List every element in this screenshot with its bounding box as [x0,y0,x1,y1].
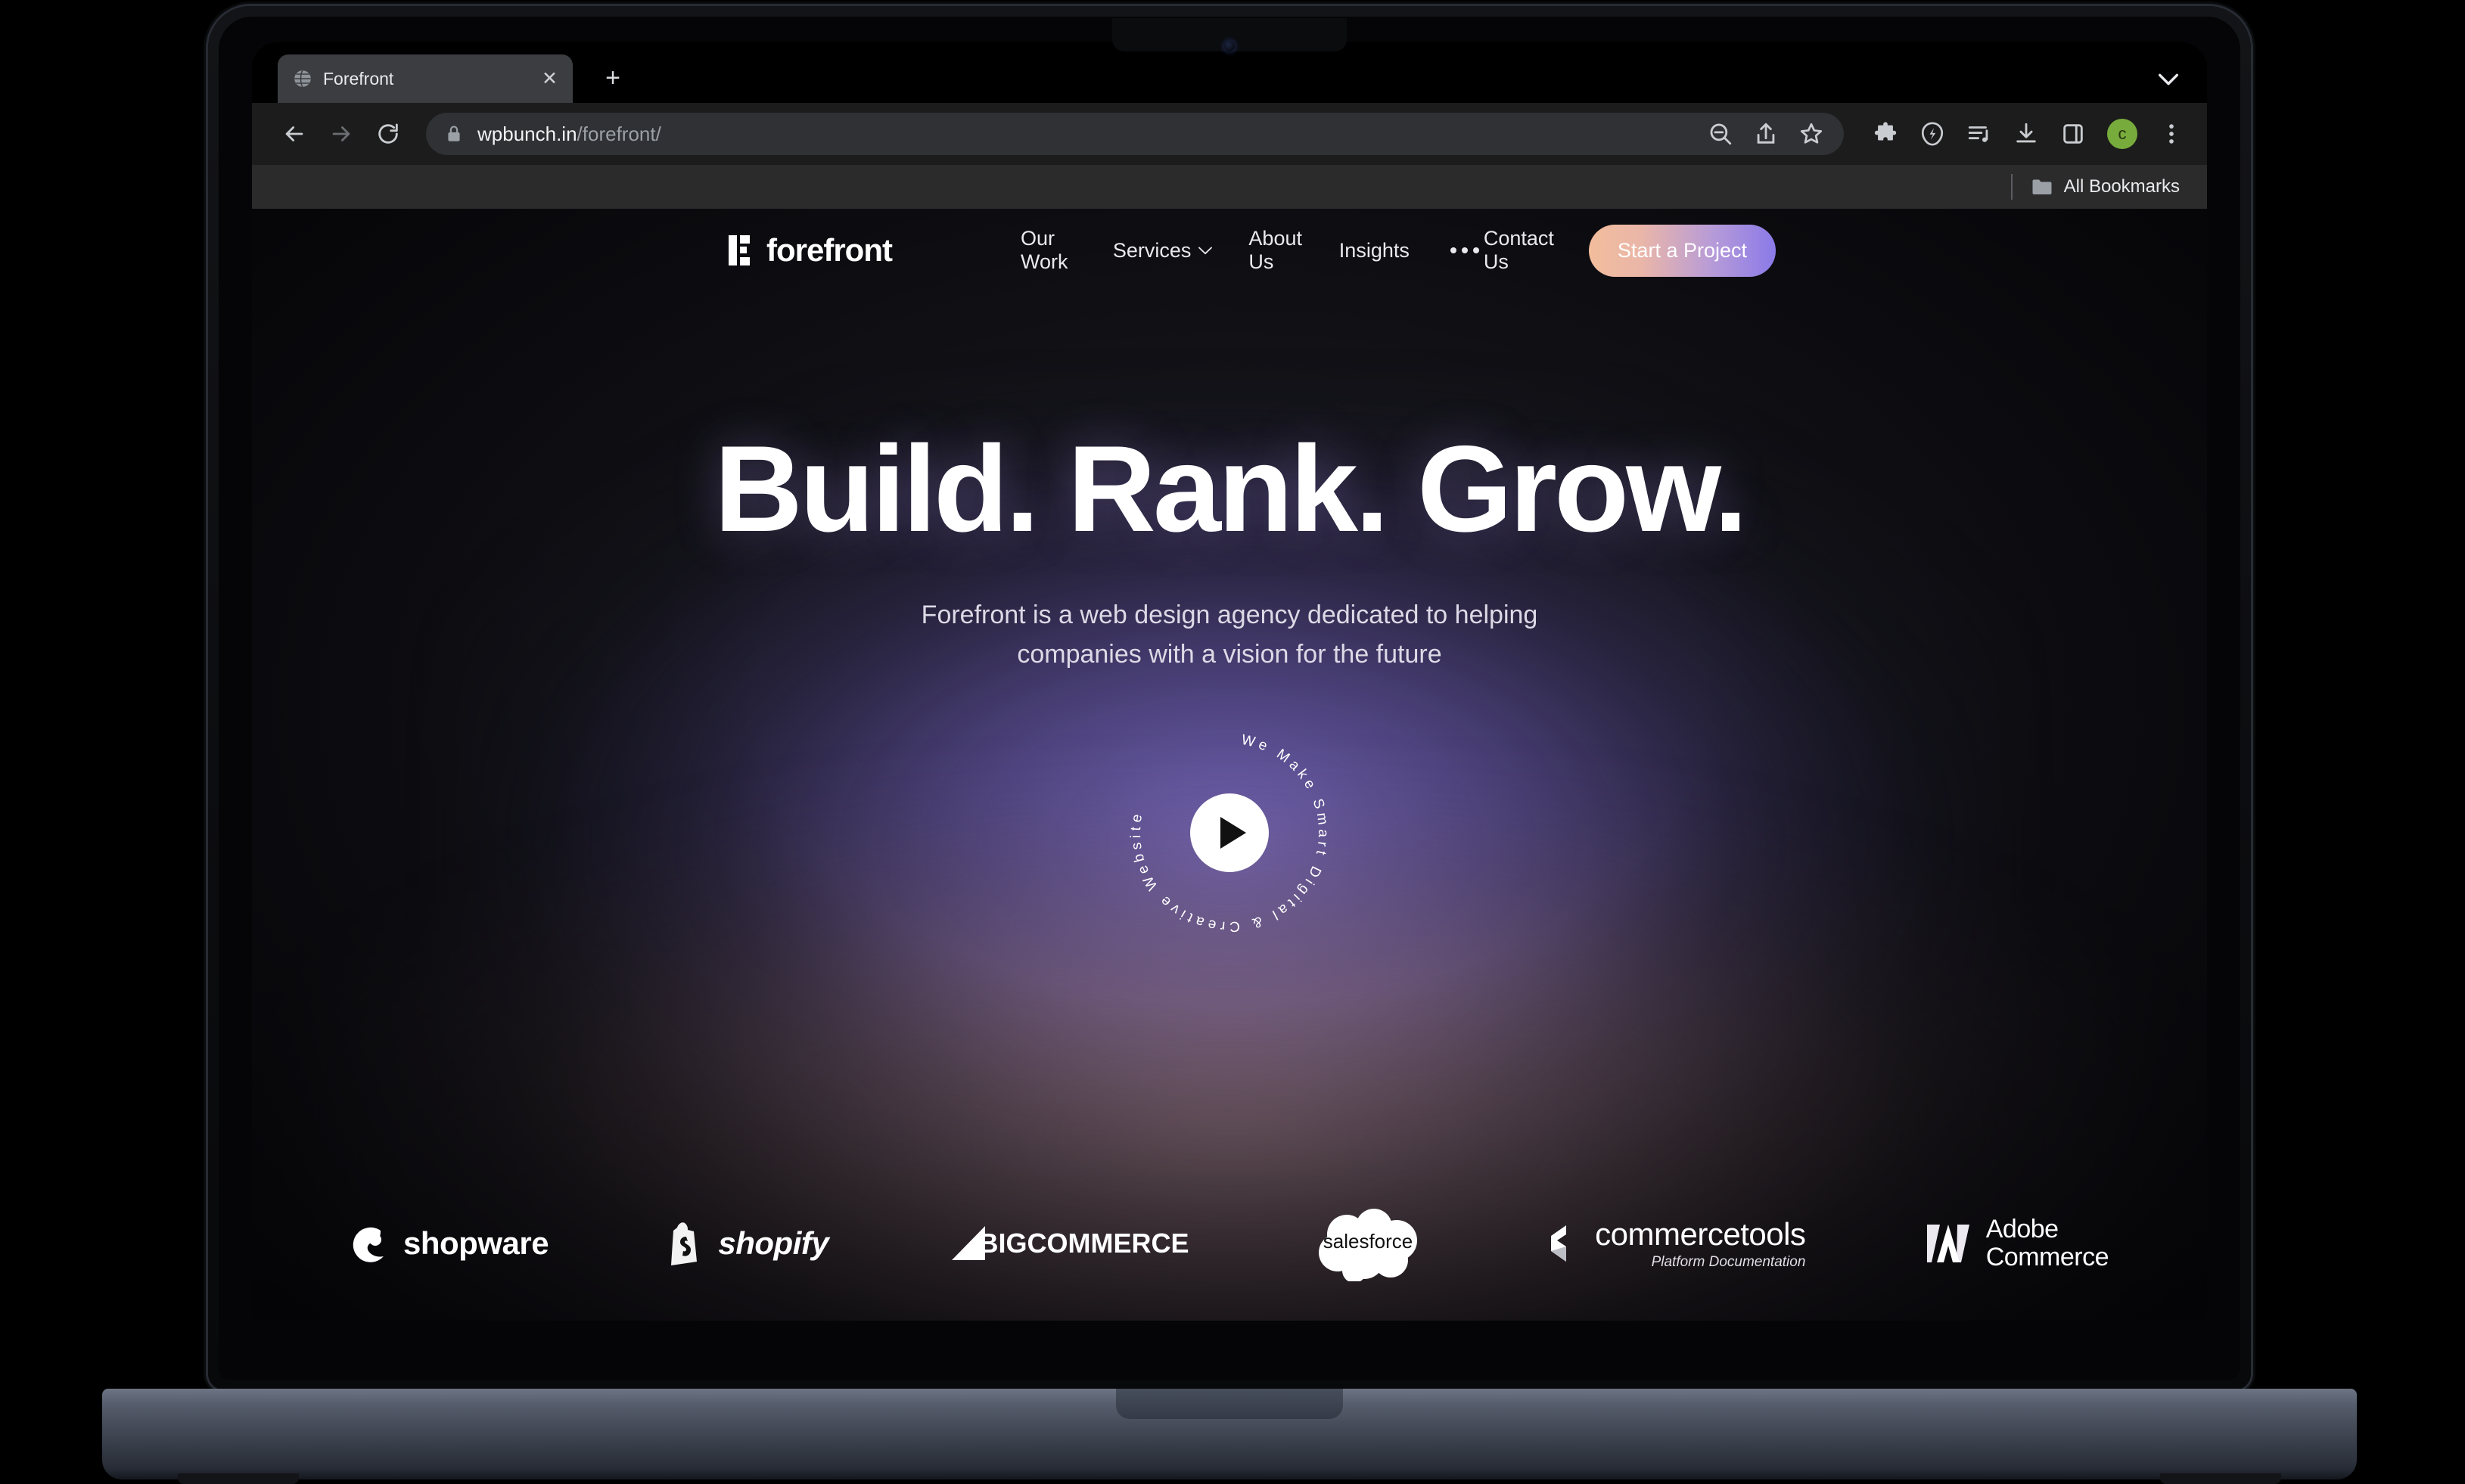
download-icon[interactable] [2013,121,2039,147]
brand-name: shopware [403,1225,549,1261]
start-a-project-button[interactable]: Start a Project [1588,224,1776,277]
laptop-mockup: Forefront ✕ + wpbunch.in/forefront/ c Al… [102,6,2357,1484]
brand-name: Adobe Commerce [1985,1215,2109,1271]
adobe-a-icon [1926,1225,1969,1262]
shopify-bag-icon [671,1222,698,1265]
browser-tab-strip: Forefront ✕ + [252,42,2207,103]
site-nav: Our Work Services About Us Insights [1021,227,1484,274]
browser-tab[interactable]: Forefront ✕ [278,54,573,103]
forward-button[interactable] [322,114,361,154]
site-header-actions: Contact Us Start a Project [1484,224,1776,277]
kebab-menu-icon[interactable] [2159,121,2184,147]
ellipsis-icon[interactable] [1446,247,1484,253]
nav-item-about-us[interactable]: About Us [1248,227,1302,274]
url-domain: wpbunch.in [477,122,577,145]
puzzle-extensions-icon[interactable] [1873,121,1898,147]
svg-text:salesforce: salesforce [1323,1230,1413,1253]
media-playlist-icon[interactable] [1966,121,1992,147]
play-button[interactable] [1190,793,1269,873]
nav-item-services[interactable]: Services [1113,239,1213,262]
folder-icon [2032,179,2052,194]
salesforce-cloud-icon: salesforce [1318,1209,1417,1281]
site-header: forefront Our Work Services About Us Ins… [252,209,2207,292]
hero-subtitle: Forefront is a web design agency dedicat… [252,596,2207,674]
chevron-down-icon [1198,247,1213,254]
page-title: Build. Rank. Grow. [713,421,1748,557]
reload-button[interactable] [368,114,408,154]
nav-label: Insights [1338,238,1410,262]
nav-item-insights[interactable]: Insights [1339,239,1410,262]
commercetools-icon [1551,1225,1567,1262]
brand-commercetools[interactable]: commercetools Platform Documentation [1546,1216,1806,1271]
nav-label: About Us [1248,227,1302,273]
bookmarks-bar: All Bookmarks [252,165,2207,209]
brand-shopware[interactable]: shopware [350,1224,549,1263]
address-bar[interactable]: wpbunch.in/forefront/ [426,113,1844,155]
nav-label: Services [1112,238,1192,262]
bookmarks-divider [2010,174,2013,200]
chevron-down-icon[interactable] [2156,70,2181,89]
energy-saver-leaf-icon[interactable] [1919,121,1945,147]
browser-toolbar: wpbunch.in/forefront/ c [252,103,2207,165]
hero-section: Build. Rank. Grow. Forefront is a web de… [252,292,2207,674]
site-logo[interactable]: forefront [729,232,893,269]
back-button[interactable] [275,114,314,154]
brand-subtitle: Platform Documentation [1651,1254,1806,1270]
hero-subtitle-line2: companies with a vision for the future [1017,639,1442,669]
new-tab-button[interactable]: + [600,65,626,92]
nav-label: Our Work [1020,227,1068,273]
address-bar-url: wpbunch.in/forefront/ [477,123,661,146]
forefront-blocks-icon [729,235,750,265]
video-play-badge[interactable]: We Make Smart Digital & Creative Website [1116,719,1343,946]
brand-shopify[interactable]: shopify [667,1222,829,1265]
globe-icon [294,70,311,88]
browser-window: Forefront ✕ + wpbunch.in/forefront/ c Al… [252,42,2207,1321]
omnibox-actions [1708,121,1824,147]
brand-name: commercetools [1595,1216,1806,1252]
brand-salesforce[interactable]: salesforce [1307,1206,1428,1281]
all-bookmarks-button[interactable]: All Bookmarks [2031,176,2180,197]
nav-item-our-work[interactable]: Our Work [1021,227,1077,274]
laptop-foot-left [178,1473,299,1484]
brand-logo-strip: shopware shopify BIGCOMMERCE salesforce … [252,1206,2207,1281]
brand-name: BIGCOMMERCE [978,1228,1189,1259]
brand-bigcommerce[interactable]: BIGCOMMERCE [947,1225,1189,1262]
laptop-foot-right [2160,1473,2281,1484]
bookmark-star-icon[interactable] [1798,121,1824,147]
shopware-icon [353,1227,384,1262]
site-logo-text: forefront [766,232,893,268]
laptop-lid: Forefront ✕ + wpbunch.in/forefront/ c Al… [208,6,2251,1390]
browser-tab-title: Forefront [323,68,394,88]
laptop-base-notch [1116,1389,1343,1419]
webcam-icon [1224,41,1235,51]
hero-subtitle-line1: Forefront is a web design agency dedicat… [921,601,1538,629]
lock-icon [448,126,460,141]
zoom-out-icon[interactable] [1708,121,1733,147]
url-path: /forefront/ [577,122,661,145]
close-icon[interactable]: ✕ [542,69,558,88]
arrow-left-icon [285,126,303,141]
reload-icon [378,123,398,144]
browser-extension-actions: c [1851,119,2184,149]
share-icon[interactable] [1753,121,1779,147]
side-panel-icon[interactable] [2060,121,2086,147]
play-icon [1220,817,1246,849]
brand-adobe-commerce[interactable]: Adobe Commerce [1924,1215,2109,1271]
contact-us-link[interactable]: Contact Us [1484,227,1554,274]
all-bookmarks-label: All Bookmarks [2063,176,2180,197]
profile-avatar[interactable]: c [2107,119,2137,149]
arrow-right-icon [332,126,350,141]
webpage-viewport: forefront Our Work Services About Us Ins… [252,209,2207,1321]
brand-name: shopify [718,1225,829,1261]
